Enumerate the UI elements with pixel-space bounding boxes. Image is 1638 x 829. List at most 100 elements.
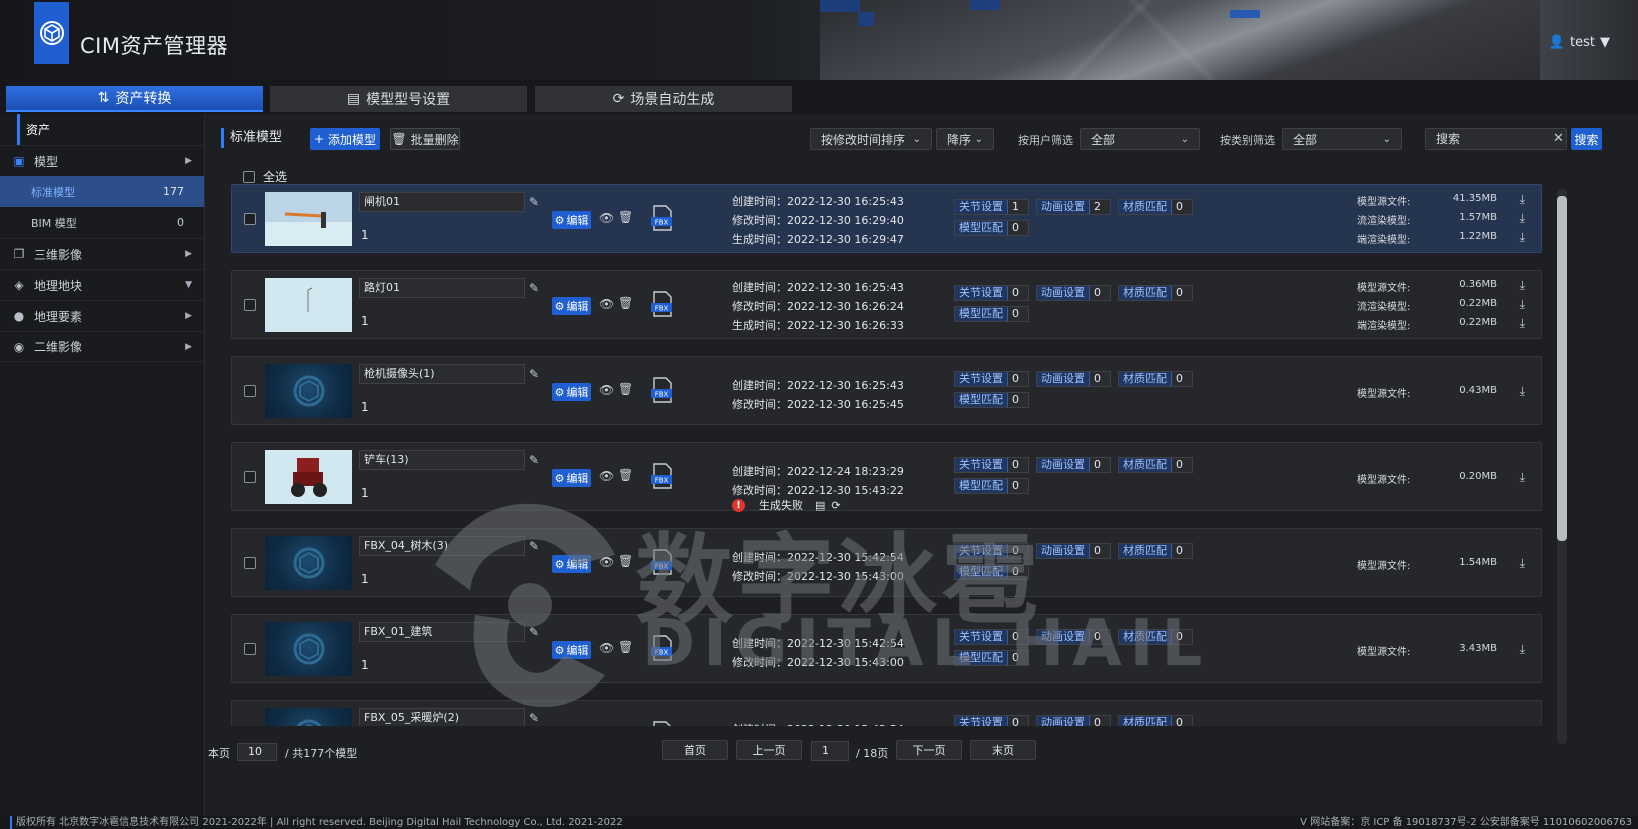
- model-checkbox[interactable]: [244, 471, 256, 483]
- fbx-file-icon[interactable]: FBX: [650, 291, 674, 317]
- edit-button[interactable]: ⚙ 编辑: [552, 211, 591, 229]
- model-match-tag[interactable]: 模型匹配 0: [954, 564, 1029, 580]
- model-thumbnail[interactable]: [265, 450, 352, 504]
- close-icon[interactable]: ✕: [1553, 131, 1564, 146]
- search-button[interactable]: 搜索: [1571, 128, 1602, 150]
- model-checkbox[interactable]: [244, 299, 256, 311]
- material-match-tag[interactable]: 材质匹配 0: [1118, 543, 1193, 559]
- download-icon[interactable]: ⤓: [1520, 556, 1525, 571]
- sidebar-subitem-standard-model[interactable]: 标准模型 177: [0, 176, 204, 207]
- first-page-button[interactable]: 首页: [662, 740, 728, 760]
- edit-button[interactable]: ⚙ 编辑: [552, 297, 591, 315]
- sidebar-item-geo-feature[interactable]: ● 地理要素 ▶: [0, 300, 204, 331]
- download-icon[interactable]: ⤓: [1520, 192, 1525, 207]
- animation-settings-tag[interactable]: 动画设置 2: [1036, 199, 1111, 215]
- eye-icon[interactable]: 👁: [599, 469, 614, 483]
- model-name-field[interactable]: 闸机01: [359, 192, 525, 212]
- fbx-file-icon[interactable]: FBX: [650, 721, 674, 726]
- model-match-tag[interactable]: 模型匹配 0: [954, 478, 1029, 494]
- tab-scene-auto-generate[interactable]: ⟳ 场景自动生成: [535, 86, 792, 112]
- eye-icon[interactable]: 👁: [599, 383, 614, 397]
- model-name-field[interactable]: FBX_05_采暖炉(2): [359, 708, 525, 726]
- sort-order-select[interactable]: 降序 ⌄: [936, 128, 994, 150]
- download-icon[interactable]: ⤓: [1520, 470, 1525, 485]
- model-thumbnail[interactable]: [265, 278, 352, 332]
- model-name-field[interactable]: FBX_01_建筑: [359, 622, 525, 642]
- select-all-checkbox[interactable]: [243, 170, 255, 183]
- model-checkbox[interactable]: [244, 385, 256, 397]
- download-icon[interactable]: ⤓: [1520, 316, 1525, 331]
- material-match-tag[interactable]: 材质匹配 0: [1118, 285, 1193, 301]
- current-page-input[interactable]: 1: [811, 741, 849, 761]
- trash-icon[interactable]: 🗑: [618, 640, 633, 654]
- animation-settings-tag[interactable]: 动画设置 0: [1036, 285, 1111, 301]
- page-size-input[interactable]: 10: [237, 743, 277, 761]
- model-thumbnail[interactable]: [265, 192, 352, 246]
- edit-button[interactable]: ⚙ 编辑: [552, 383, 591, 401]
- model-card[interactable]: FBX_05_采暖炉(2)✎⚙编辑👁🗑FBX创建时间：2022-12-30 15…: [231, 700, 1542, 726]
- pencil-icon[interactable]: ✎: [529, 711, 539, 725]
- model-thumbnail[interactable]: [265, 364, 352, 418]
- batch-delete-button[interactable]: 🗑 批量删除: [390, 128, 460, 150]
- model-card[interactable]: 枪机摄像头(1) ✎ 1 ⚙ 编辑 👁 🗑 FBX 创建时间：2022-12-30 16:25:…: [231, 356, 1542, 425]
- pencil-icon[interactable]: ✎: [529, 367, 539, 381]
- sidebar-item-3d-imagery[interactable]: ❐ 三维影像 ▶: [0, 238, 204, 269]
- joint-settings-tag[interactable]: 关节设置 0: [954, 457, 1029, 473]
- download-icon[interactable]: ⤓: [1520, 297, 1525, 312]
- material-match-tag[interactable]: 材质匹配 0: [1118, 457, 1193, 473]
- download-icon[interactable]: ⤓: [1520, 384, 1525, 399]
- add-model-button[interactable]: + 添加模型: [310, 128, 380, 150]
- tab-asset-convert[interactable]: ⇅ 资产转换: [6, 86, 263, 112]
- model-name-field[interactable]: 铲车(13): [359, 450, 525, 470]
- eye-icon[interactable]: 👁: [599, 555, 614, 569]
- model-thumbnail[interactable]: [265, 536, 352, 590]
- material-match-tag[interactable]: 材质匹配 0: [1118, 629, 1193, 645]
- animation-settings-tag[interactable]: 动画设置 0: [1036, 371, 1111, 387]
- pencil-icon[interactable]: ✎: [529, 453, 539, 467]
- prev-page-button[interactable]: 上一页: [736, 740, 802, 760]
- joint-settings-tag[interactable]: 关节设置 0: [954, 715, 1029, 726]
- pencil-icon[interactable]: ✎: [529, 281, 539, 295]
- sort-field-select[interactable]: 按修改时间排序 ⌄: [810, 128, 932, 150]
- trash-icon[interactable]: 🗑: [618, 468, 633, 482]
- model-name-field[interactable]: 枪机摄像头(1): [359, 364, 525, 384]
- pencil-icon[interactable]: ✎: [529, 195, 539, 209]
- trash-icon[interactable]: 🗑: [618, 382, 633, 396]
- last-page-button[interactable]: 末页: [970, 740, 1036, 760]
- trash-icon[interactable]: 🗑: [618, 210, 633, 224]
- user-filter-select[interactable]: 全部 ⌄: [1080, 128, 1200, 150]
- model-match-tag[interactable]: 模型匹配 0: [954, 650, 1029, 666]
- model-thumbnail[interactable]: [265, 622, 352, 676]
- material-match-tag[interactable]: 材质匹配 0: [1118, 715, 1193, 726]
- animation-settings-tag[interactable]: 动画设置 0: [1036, 629, 1111, 645]
- download-icon[interactable]: ⤓: [1520, 642, 1525, 657]
- model-match-tag[interactable]: 模型匹配 0: [954, 220, 1029, 236]
- model-card[interactable]: FBX_04_树木(3) ✎ 1 ⚙ 编辑 👁 🗑 FBX 创建时间：2022-12-30 15…: [231, 528, 1542, 597]
- user-menu[interactable]: 👤 test ▼: [1549, 35, 1610, 50]
- eye-icon[interactable]: 👁: [599, 641, 614, 655]
- model-checkbox[interactable]: [244, 643, 256, 655]
- model-checkbox[interactable]: [244, 213, 256, 225]
- animation-settings-tag[interactable]: 动画设置 0: [1036, 715, 1111, 726]
- joint-settings-tag[interactable]: 关节设置 0: [954, 543, 1029, 559]
- edit-button[interactable]: ⚙ 编辑: [552, 641, 591, 659]
- scrollbar-thumb[interactable]: [1557, 196, 1567, 541]
- sidebar-item-geo-parcel[interactable]: ◈ 地理地块 ▼: [0, 269, 204, 300]
- model-card[interactable]: 路灯01 ✎ 1 ⚙ 编辑 👁 🗑 FBX 创建时间：2022-12-30 16:25:43 修改…: [231, 270, 1542, 339]
- animation-settings-tag[interactable]: 动画设置 0: [1036, 457, 1111, 473]
- select-all[interactable]: 全选: [243, 168, 287, 185]
- sidebar-item-2d-imagery[interactable]: ◉ 二维影像 ▶: [0, 331, 204, 362]
- download-icon[interactable]: ⤓: [1520, 230, 1525, 245]
- model-thumbnail[interactable]: [265, 708, 352, 726]
- joint-settings-tag[interactable]: 关节设置 1: [954, 199, 1029, 215]
- edit-button[interactable]: ⚙ 编辑: [552, 555, 591, 573]
- log-icon[interactable]: ▤: [815, 499, 825, 512]
- fbx-file-icon[interactable]: FBX: [650, 205, 674, 231]
- model-match-tag[interactable]: 模型匹配 0: [954, 392, 1029, 408]
- fbx-file-icon[interactable]: FBX: [650, 377, 674, 403]
- joint-settings-tag[interactable]: 关节设置 0: [954, 629, 1029, 645]
- material-match-tag[interactable]: 材质匹配 0: [1118, 371, 1193, 387]
- sidebar-subitem-bim-model[interactable]: BIM 模型 0: [0, 207, 204, 238]
- category-filter-select[interactable]: 全部 ⌄: [1282, 128, 1402, 150]
- retry-icon[interactable]: ⟳: [831, 499, 840, 512]
